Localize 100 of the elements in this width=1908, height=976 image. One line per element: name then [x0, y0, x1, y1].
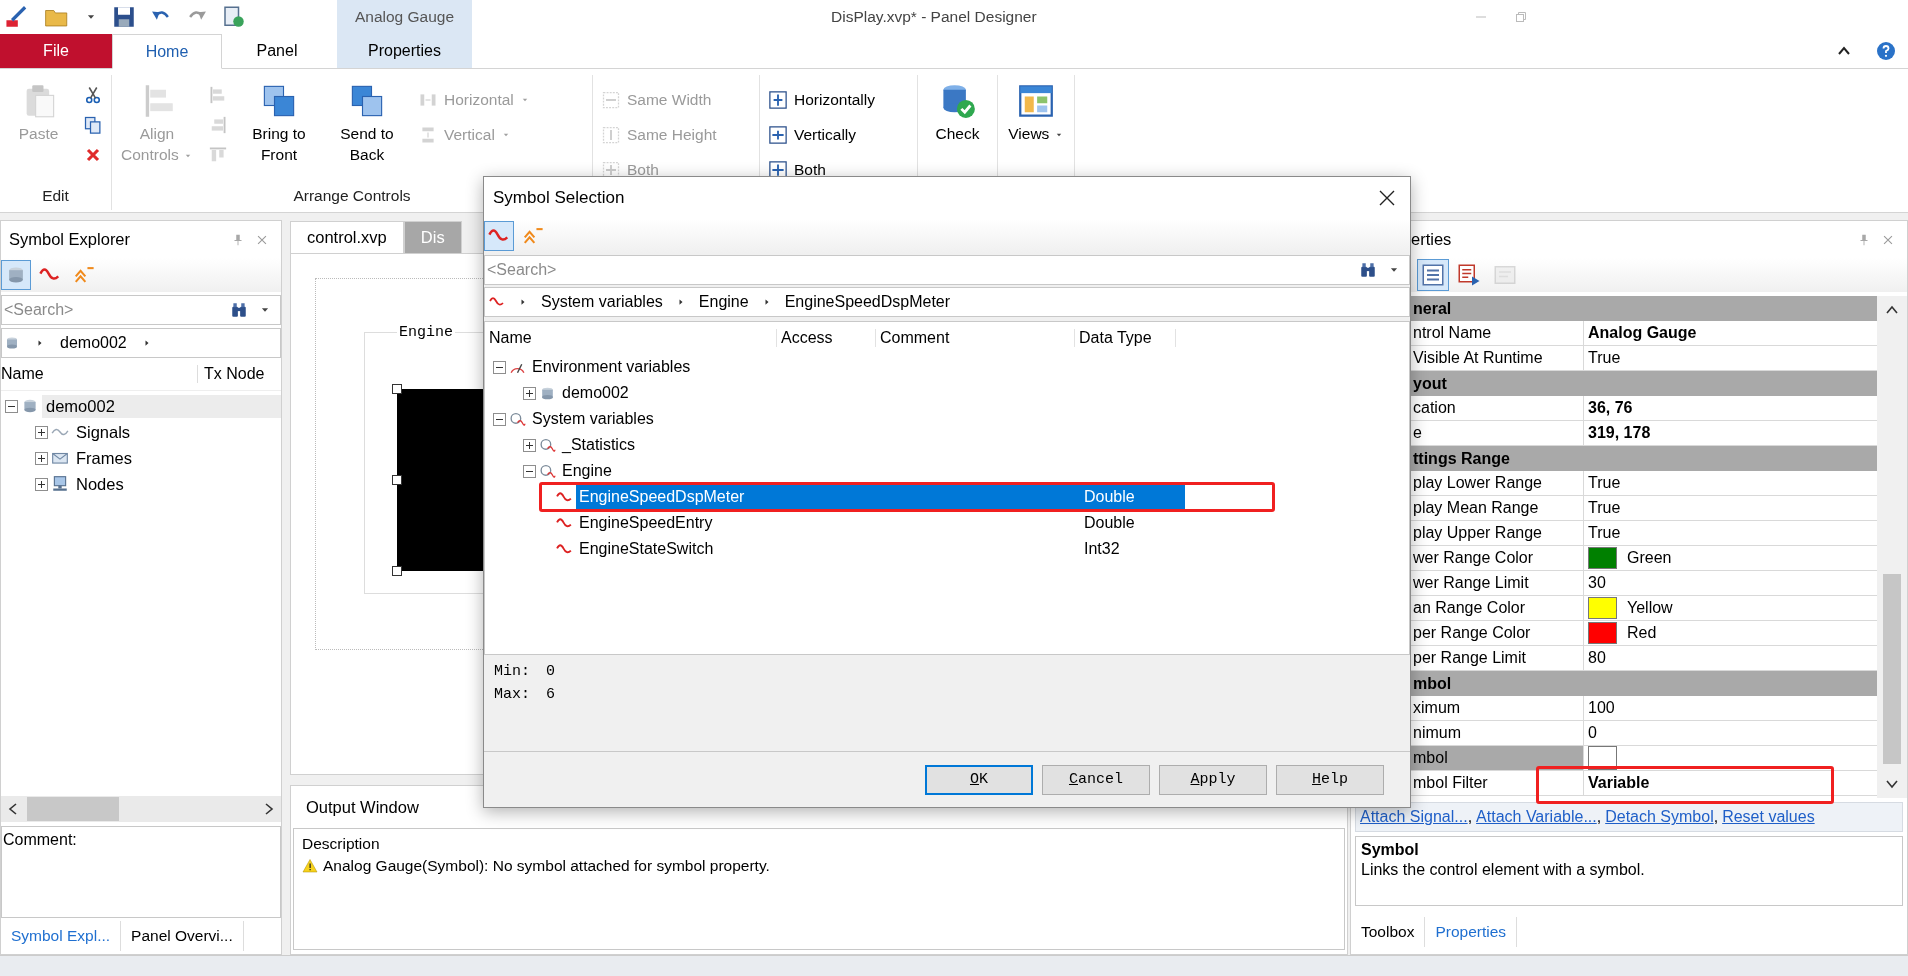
expand-icon[interactable]	[35, 477, 48, 491]
breadcrumb-item[interactable]: demo002	[60, 334, 127, 353]
scroll-left-icon[interactable]	[7, 802, 19, 817]
close-icon[interactable]	[1378, 189, 1396, 207]
collapse-icon[interactable]	[5, 399, 18, 413]
ribbon-button[interactable]: Send to Back	[330, 81, 404, 183]
search-field[interactable]: <Search>	[2, 301, 230, 320]
tree-item[interactable]: demo002	[42, 394, 281, 418]
scroll-thumb[interactable]	[27, 797, 119, 822]
link[interactable]: Detach Symbol	[1605, 808, 1714, 827]
column-header[interactable]: Data Type	[1075, 329, 1176, 347]
horizontal-scrollbar[interactable]	[1, 796, 281, 823]
document-globe-icon[interactable]	[222, 5, 246, 29]
dialog-button[interactable]: Cancel	[1042, 764, 1150, 795]
list-icon[interactable]	[1421, 263, 1445, 288]
tree-item[interactable]: Nodes	[72, 472, 128, 496]
breadcrumb-item[interactable]: System variables	[541, 293, 663, 311]
tree-row[interactable]: demo002	[559, 381, 1185, 405]
list-arrow-icon[interactable]	[1457, 263, 1481, 288]
collapse-icon[interactable]	[523, 464, 536, 478]
dialog-button[interactable]: Apply	[1159, 764, 1267, 795]
property-value[interactable]: True	[1588, 474, 1621, 493]
property-value[interactable]: Green	[1627, 549, 1672, 568]
tree-row[interactable]: EngineStateSwitch Int32	[576, 537, 1185, 561]
dock-tab[interactable]: Toolbox	[1351, 917, 1426, 948]
ribbon-button[interactable]: Horizontally	[768, 87, 875, 114]
breadcrumb-item[interactable]: EngineSpeedDspMeter	[784, 293, 951, 311]
category-header[interactable]: neral	[1413, 299, 1452, 318]
property-value[interactable]: Red	[1627, 624, 1657, 643]
property-value[interactable]: 319, 178	[1588, 424, 1651, 443]
binoculars-icon[interactable]	[1359, 261, 1377, 279]
dialog-button[interactable]: Help	[1276, 764, 1384, 795]
column-header[interactable]: Name	[1, 365, 198, 384]
search-field[interactable]: <Search>	[485, 261, 1359, 279]
collapse-icon[interactable]	[493, 412, 506, 426]
tree-row[interactable]: System variables	[529, 407, 1185, 431]
column-header[interactable]: Name	[485, 329, 777, 347]
scroll-thumb[interactable]	[1883, 574, 1901, 765]
tree-row[interactable]: Environment variables	[529, 355, 1185, 379]
ribbon-tab[interactable]: Home	[112, 34, 222, 70]
dock-tab[interactable]: Properties	[1425, 917, 1518, 948]
window-title: DisPlay.xvp* - Panel Designer	[831, 8, 1037, 26]
ribbon-button[interactable]: Bring to Front	[242, 81, 316, 183]
property-value[interactable]: 0	[1588, 724, 1597, 743]
ribbon-button[interactable]: Vertically	[768, 122, 875, 149]
link[interactable]: Reset values	[1722, 808, 1815, 827]
link[interactable]: Attach Signal...	[1360, 808, 1468, 827]
help-text: Links the control element with a symbol.	[1361, 861, 1646, 880]
expand-icon[interactable]	[35, 425, 48, 439]
save-icon[interactable]	[112, 5, 136, 29]
category-header[interactable]: yout	[1413, 374, 1447, 393]
dock-tab[interactable]: Symbol Expl...	[1, 921, 122, 952]
panel-title: Output Window	[306, 797, 419, 817]
tree-row[interactable]: EngineSpeedEntry Double	[576, 511, 1185, 535]
same-height-icon	[601, 125, 621, 146]
tree-row[interactable]: _Statistics	[559, 433, 1185, 457]
document-tab[interactable]: control.xvp	[290, 221, 404, 254]
property-value[interactable]: 36, 76	[1588, 399, 1633, 418]
property-value[interactable]: True	[1588, 499, 1621, 518]
scroll-down-icon[interactable]	[1884, 778, 1900, 791]
info-label: Min:	[494, 663, 530, 680]
property-value[interactable]: True	[1588, 349, 1621, 368]
property-value[interactable]: Analog Gauge	[1588, 324, 1697, 343]
expand-icon[interactable]	[523, 386, 536, 400]
dialog-button[interactable]: OK	[925, 764, 1033, 795]
dock-tab[interactable]: Panel Overvi...	[121, 921, 244, 952]
ribbon-tab[interactable]: Panel	[222, 34, 332, 69]
copy-icon[interactable]	[83, 115, 103, 136]
scroll-right-icon[interactable]	[263, 802, 275, 817]
help-icon[interactable]	[1876, 41, 1896, 62]
tree-item[interactable]: Signals	[72, 420, 135, 444]
property-value[interactable]: True	[1588, 524, 1621, 543]
link-separator: ,	[1713, 808, 1719, 827]
property-value[interactable]: 30	[1588, 574, 1606, 593]
property-value[interactable]: 100	[1588, 699, 1615, 718]
breadcrumb-item[interactable]: Engine	[698, 293, 749, 311]
search-bar[interactable]: <Search>	[484, 255, 1410, 285]
tree-row[interactable]: Engine	[559, 459, 1185, 483]
link[interactable]: Attach Variable...	[1476, 808, 1597, 827]
column-header[interactable]: Tx Node	[198, 365, 265, 384]
tree-item[interactable]: Frames	[72, 446, 136, 470]
scissors-icon[interactable]	[83, 85, 103, 106]
collapse-icon[interactable]	[493, 360, 506, 374]
expand-icon[interactable]	[523, 438, 536, 452]
column-header[interactable]: Comment	[876, 329, 1075, 347]
vertical-scrollbar[interactable]	[1877, 296, 1907, 799]
property-value[interactable]: Yellow	[1627, 599, 1673, 618]
tree-row[interactable]: EngineSpeedDspMeter Double	[576, 485, 1185, 509]
ribbon-tab[interactable]: File	[0, 34, 112, 69]
category-header[interactable]: ttings Range	[1413, 449, 1510, 468]
expand-icon[interactable]	[35, 451, 48, 465]
dialog-title: Symbol Selection	[493, 188, 625, 208]
window-layout-icon	[1018, 83, 1054, 120]
column-header[interactable]: Access	[777, 329, 876, 347]
binoculars-icon[interactable]	[230, 301, 248, 320]
ribbon-tab[interactable]: Properties	[337, 34, 472, 69]
search-bar[interactable]: <Search>	[1, 295, 281, 326]
property-value[interactable]: Variable	[1588, 774, 1650, 793]
property-value[interactable]: 80	[1588, 649, 1606, 668]
category-header[interactable]: mbol	[1413, 674, 1452, 693]
